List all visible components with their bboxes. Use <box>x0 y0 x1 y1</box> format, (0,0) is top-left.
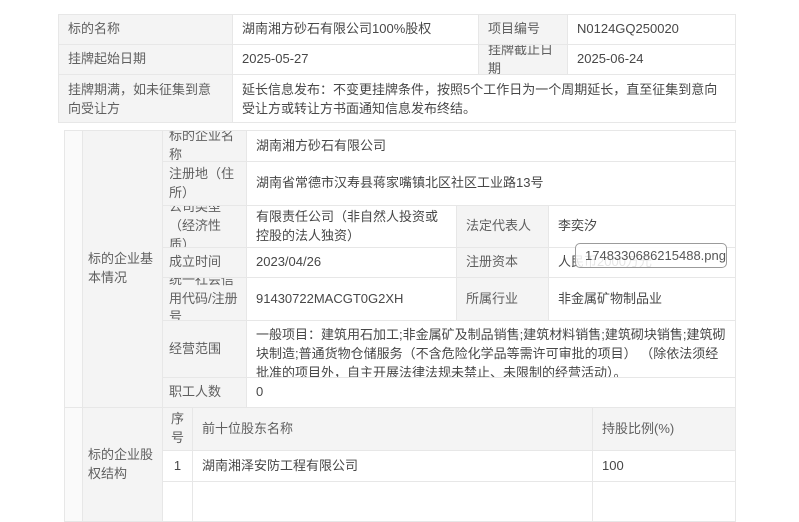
company-type-value: 有限责任公司（非自然人投资或控股的法人独资） <box>247 206 457 248</box>
table-row: 标的企业名称 湖南湘方砂石有限公司 <box>163 131 736 162</box>
industry-value: 非金属矿物制品业 <box>549 278 736 321</box>
target-name-label: 标的名称 <box>59 15 233 45</box>
enterprise-detail-table: 标的企业基本情况 标的企业名称 湖南湘方砂石有限公司 注册地（住所） 湖南省常德… <box>64 130 736 522</box>
table-row: 经营范围 一般项目：建筑用石加工;非金属矿及制品销售;建筑材料销售;建筑砌块销售… <box>163 321 736 378</box>
equity-structure-section-title: 标的企业股权结构 <box>83 408 163 522</box>
employee-count-value: 0 <box>247 378 736 408</box>
listing-end-label: 挂牌截止日期 <box>479 45 568 75</box>
shareholder-seq: 1 <box>163 451 193 482</box>
equity-structure-section: 标的企业股权结构 序号 前十位股东名称 持股比例(%) 1 湖南湘泽安防工程有限… <box>65 408 736 522</box>
shareholder-ratio <box>593 482 736 522</box>
shareholder-name <box>193 482 593 522</box>
basic-info-section: 标的企业基本情况 标的企业名称 湖南湘方砂石有限公司 注册地（住所） 湖南省常德… <box>65 131 736 408</box>
establish-date-value: 2023/04/26 <box>247 248 457 278</box>
industry-label: 所属行业 <box>457 278 549 321</box>
establish-date-label: 成立时间 <box>163 248 247 278</box>
shareholder-seq <box>163 482 193 522</box>
credit-code-label: 统一社会信用代码/注册号 <box>163 278 247 321</box>
employee-count-label: 职工人数 <box>163 378 247 408</box>
shareholder-header-row: 序号 前十位股东名称 持股比例(%) <box>163 408 736 451</box>
target-name-value: 湖南湘方砂石有限公司100%股权 <box>233 15 479 45</box>
extension-policy-value: 延长信息发布：不变更挂牌条件，按照5个工作日为一个周期延长，直至征集到意向受让方… <box>233 75 736 123</box>
listing-start-label: 挂牌起始日期 <box>59 45 233 75</box>
shareholder-name: 湖南湘泽安防工程有限公司 <box>193 451 593 482</box>
project-number-value: N0124GQ250020 <box>568 15 736 45</box>
company-type-label: 公司类型（经济性质） <box>163 206 247 248</box>
credit-code-value: 91430722MACGT0G2XH <box>247 278 457 321</box>
company-name-value: 湖南湘方砂石有限公司 <box>247 131 736 162</box>
table-row: 职工人数 0 <box>163 378 736 408</box>
seq-column-header: 序号 <box>163 408 193 451</box>
listing-start-value: 2025-05-27 <box>233 45 479 75</box>
project-number-label: 项目编号 <box>479 15 568 45</box>
table-row: 挂牌起始日期 2025-05-27 挂牌截止日期 2025-06-24 <box>59 45 736 75</box>
shareholder-row-partial <box>163 482 736 522</box>
listing-end-value: 2025-06-24 <box>568 45 736 75</box>
business-scope-value: 一般项目：建筑用石加工;非金属矿及制品销售;建筑材料销售;建筑砌块销售;建筑砌块… <box>247 321 736 378</box>
company-name-label: 标的企业名称 <box>163 131 247 162</box>
registered-address-label: 注册地（住所） <box>163 162 247 206</box>
table-row: 挂牌期满，如未征集到意向受让方 延长信息发布：不变更挂牌条件，按照5个工作日为一… <box>59 75 736 123</box>
registered-address-value: 湖南省常德市汉寿县蒋家嘴镇北区社区工业路13号 <box>247 162 736 206</box>
table-row: 注册地（住所） 湖南省常德市汉寿县蒋家嘴镇北区社区工业路13号 <box>163 162 736 206</box>
shareholder-name-column-header: 前十位股东名称 <box>193 408 593 451</box>
business-scope-label: 经营范围 <box>163 321 247 378</box>
filename-tooltip: 1748330686215488.png <box>575 243 727 268</box>
spacer-column <box>65 131 83 408</box>
registered-capital-label: 注册资本 <box>457 248 549 278</box>
listing-summary-table: 标的名称 湖南湘方砂石有限公司100%股权 项目编号 N0124GQ250020… <box>58 14 736 123</box>
shareholder-row: 1 湖南湘泽安防工程有限公司 100 <box>163 451 736 482</box>
table-row: 统一社会信用代码/注册号 91430722MACGT0G2XH 所属行业 非金属… <box>163 278 736 321</box>
legal-representative-label: 法定代表人 <box>457 206 549 248</box>
shareholder-ratio: 100 <box>593 451 736 482</box>
table-row: 标的名称 湖南湘方砂石有限公司100%股权 项目编号 N0124GQ250020 <box>59 15 736 45</box>
legal-representative-value: 李奕汐 <box>549 206 736 248</box>
table-row: 公司类型（经济性质） 有限责任公司（非自然人投资或控股的法人独资） 法定代表人 … <box>163 206 736 248</box>
basic-info-section-title: 标的企业基本情况 <box>83 131 163 408</box>
extension-policy-label: 挂牌期满，如未征集到意向受让方 <box>59 75 233 123</box>
ratio-column-header: 持股比例(%) <box>593 408 736 451</box>
spacer-column <box>65 408 83 522</box>
